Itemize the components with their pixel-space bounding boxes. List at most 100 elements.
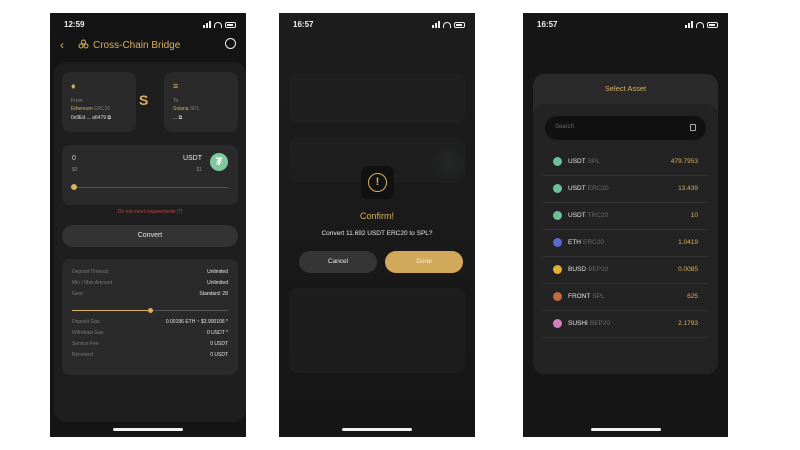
detail-row: Service Fee 0 USDT — [72, 341, 228, 349]
busd-token-icon — [553, 265, 562, 274]
from-chain-card[interactable]: ♦ From Ethereum ERC20 0x9Ed ... a6479 ⧉ — [62, 72, 136, 132]
confirm-screen: 16:57 ! Confirm! Convert 11.692 USDT ERC… — [279, 13, 475, 437]
asset-symbol: USDT — [568, 158, 586, 165]
asset-symbol: USDT — [568, 185, 586, 192]
cancel-button[interactable]: Cancel — [299, 251, 377, 273]
asset-row-front[interactable]: FRONT SPL 625 — [543, 283, 708, 311]
wifi-icon — [443, 21, 451, 28]
dimmed-background — [279, 13, 475, 437]
signal-icon — [685, 21, 693, 28]
requirement-warning: Do not meet requirements (*) — [117, 209, 183, 215]
usdt-token-icon — [553, 184, 562, 193]
asset-symbol: FRONT — [568, 293, 591, 300]
eth-token-icon — [553, 238, 562, 247]
home-indicator — [590, 428, 661, 431]
copy-icon[interactable]: ⧉ — [107, 115, 111, 121]
asset-balance: 2.1793 — [678, 320, 698, 327]
detail-value: 0 USDT — [210, 341, 228, 347]
alert-icon-box: ! — [361, 166, 394, 199]
token-price: $1 — [196, 167, 202, 173]
bridge-logo-icon — [78, 39, 89, 52]
select-asset-screen: 16:57 Select Asset Search USDT SPL 479.795… — [523, 13, 728, 437]
clipboard-icon[interactable] — [690, 124, 696, 131]
to-chain-standard: SPL — [189, 106, 200, 112]
sushi-token-icon — [553, 319, 562, 328]
detail-row: Deposit Gas 0.00196 ETH ~ $3.900106 * — [72, 319, 228, 327]
battery-icon — [454, 21, 465, 28]
asset-network: SPL — [592, 293, 605, 300]
amount-card[interactable]: 0 $0 USDT $1 ₮ — [62, 145, 238, 205]
detail-value: 0 USDT — [210, 352, 228, 358]
asset-row-usdt[interactable]: USDT SPL 479.7953 — [543, 148, 708, 176]
detail-label: Withdraw Gas — [72, 330, 104, 336]
asset-row-busd[interactable]: BUSD BEP20 0.0085 — [543, 256, 708, 284]
detail-label: Deposit Gas — [72, 319, 100, 325]
token-symbol[interactable]: USDT — [183, 155, 202, 162]
swap-icon[interactable]: S — [139, 92, 148, 108]
detail-row: Received 0 USDT — [72, 352, 228, 360]
to-label: To — [173, 98, 179, 104]
from-chain-name: Ethereum — [71, 106, 93, 112]
asset-network: ERC20 — [587, 185, 609, 192]
gear-slider-fill — [72, 310, 150, 311]
detail-label: Service Fee — [72, 341, 99, 347]
copy-icon[interactable]: ⧉ — [179, 115, 183, 121]
amount-slider-track[interactable] — [74, 187, 228, 188]
wifi-icon — [214, 21, 222, 28]
asset-symbol: BUSD — [568, 266, 587, 273]
search-placeholder: Search — [555, 124, 575, 130]
signal-icon — [203, 21, 211, 28]
search-input[interactable]: Search — [545, 116, 706, 140]
from-address: 0x9Ed ... a6479 — [71, 115, 107, 121]
sheet-title: Select Asset — [604, 84, 647, 93]
asset-symbol: SUSHI — [568, 320, 588, 327]
asset-balance: 1.0419 — [678, 239, 698, 246]
amount-usd: $0 — [72, 167, 78, 173]
status-bar: 16:57 — [279, 19, 475, 31]
asset-balance: 0.0085 — [678, 266, 698, 273]
asset-balance: 625 — [687, 293, 698, 300]
amount-slider-handle[interactable] — [71, 184, 77, 190]
tether-icon[interactable]: ₮ — [210, 153, 228, 171]
detail-label: Deposit Timeout — [72, 269, 109, 275]
to-chain-card[interactable]: ≡ To Solana SPL ... ⧉ — [164, 72, 238, 132]
header: ‹ Cross-Chain Bridge — [60, 38, 236, 54]
asset-network: TRC20 — [587, 212, 609, 219]
status-time: 16:57 — [537, 20, 558, 29]
to-chain-name: Solana — [173, 106, 189, 112]
asset-network: BEP20 — [589, 320, 611, 327]
asset-row-usdt[interactable]: USDT TRC20 10 — [543, 202, 708, 230]
asset-row-eth[interactable]: ETH ERC20 1.0419 — [543, 229, 708, 257]
dialog-title: Confirm! — [359, 211, 394, 221]
gear-slider[interactable] — [72, 308, 228, 313]
status-bar: 16:57 — [523, 19, 728, 31]
dialog-message: Convert 11.692 USDT ERC20 to SPL? — [321, 230, 433, 237]
home-indicator — [113, 428, 183, 431]
detail-row: Withdraw Gas 0 USDT * — [72, 330, 228, 338]
asset-network: SPL — [587, 158, 600, 165]
convert-button[interactable]: Convert — [62, 225, 238, 247]
wifi-icon — [696, 21, 704, 28]
detail-label: Gear — [72, 291, 84, 297]
history-icon[interactable] — [225, 38, 236, 49]
asset-balance: 10 — [690, 212, 698, 219]
asset-balance: 13.439 — [678, 185, 698, 192]
ethereum-icon: ♦ — [71, 81, 76, 91]
exclamation-icon: ! — [368, 173, 387, 192]
details-card: Deposit Timeout Unlimited Min / Max Amount… — [62, 259, 238, 375]
status-time: 16:57 — [293, 20, 314, 29]
detail-row: Deposit Timeout Unlimited — [72, 269, 228, 277]
gear-slider-handle[interactable] — [148, 308, 153, 313]
back-icon[interactable]: ‹ — [60, 38, 64, 52]
usdt-token-icon — [553, 157, 562, 166]
amount-value[interactable]: 0 — [72, 155, 76, 162]
asset-row-usdt[interactable]: USDT ERC20 13.439 — [543, 175, 708, 203]
done-button[interactable]: Done — [385, 251, 463, 273]
asset-symbol: USDT — [568, 212, 586, 219]
asset-row-sushi[interactable]: SUSHI BEP20 2.1793 — [543, 310, 708, 338]
detail-value: Unlimited — [207, 280, 228, 286]
asset-symbol: ETH — [568, 239, 581, 246]
solana-icon: ≡ — [173, 81, 179, 91]
asset-network: BEP20 — [588, 266, 609, 273]
detail-value: 0 USDT * — [206, 330, 228, 336]
